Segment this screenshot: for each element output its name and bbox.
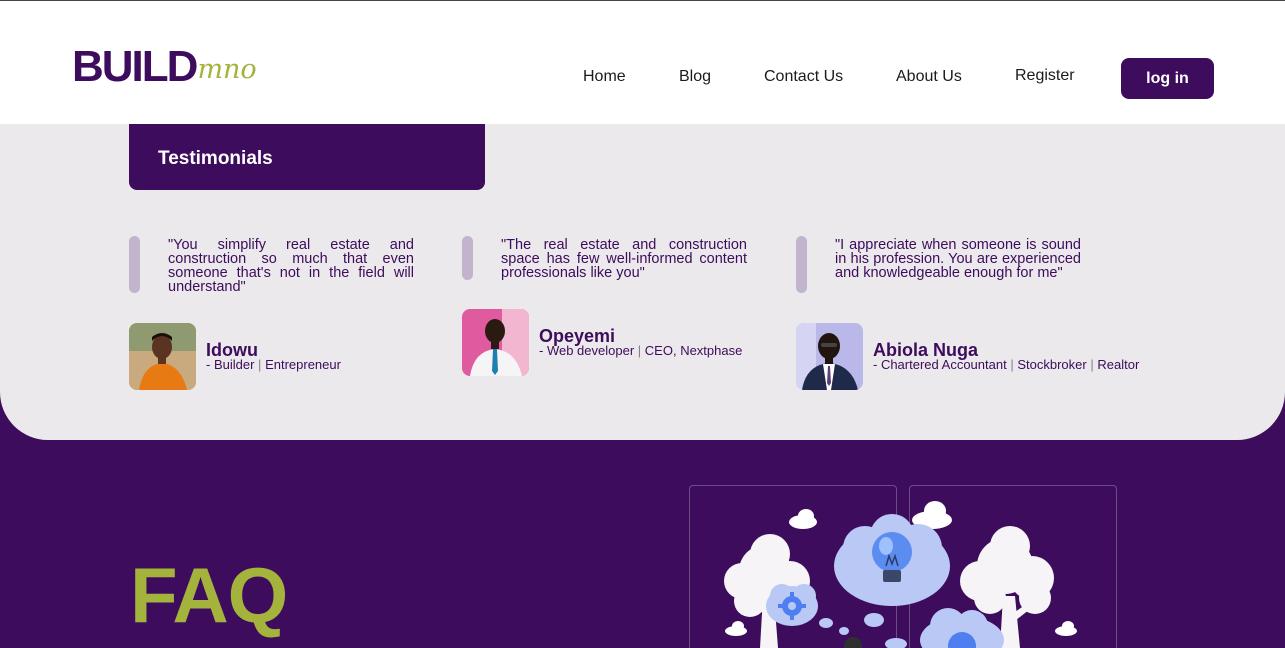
- testimonial-quote: "I appreciate when someone is sound in h…: [835, 237, 1081, 281]
- nav-about-link[interactable]: About Us: [896, 67, 962, 87]
- nav-blog-link[interactable]: Blog: [679, 67, 711, 87]
- quote-bar: [462, 236, 473, 280]
- brand-logo[interactable]: BUILD mno: [72, 42, 257, 91]
- faq-heading: FAQ: [130, 551, 288, 639]
- role-separator: |: [258, 357, 262, 372]
- role-part: - Chartered Accountant: [873, 357, 1007, 372]
- testimonial-quote: "The real estate and construction space …: [501, 237, 747, 281]
- nav-home-link[interactable]: Home: [583, 67, 626, 87]
- role-separator: |: [1090, 357, 1094, 372]
- avatar: [129, 323, 196, 390]
- role-separator: |: [1010, 357, 1014, 372]
- avatar-photo-idowu: [129, 323, 196, 390]
- nav-contact-link[interactable]: Contact Us: [764, 67, 843, 87]
- gear-cloud: [766, 584, 849, 635]
- role-part: - Builder: [206, 357, 255, 372]
- testimonials-heading: Testimonials: [158, 148, 273, 169]
- quote-bar: [796, 236, 807, 293]
- faq-illustration: [724, 501, 1077, 648]
- site-header: BUILD mno Home Blog Contact Us About Us …: [0, 1, 1285, 124]
- testimonial-author-role: - Web developer | CEO, Nextphase: [539, 343, 742, 358]
- testimonial-quote: "You simplify real estate and constructi…: [168, 237, 414, 295]
- logo-accent-script: mno: [197, 54, 257, 85]
- login-button[interactable]: log in: [1121, 58, 1214, 99]
- logo-wordmark: BUILD: [72, 42, 198, 91]
- testimonial-author-role: - Chartered Accountant | Stockbroker | R…: [873, 357, 1139, 372]
- avatar-photo-opeyemi: [462, 309, 529, 376]
- role-part: CEO, Nextphase: [644, 343, 743, 358]
- avatar-photo-abiola: [796, 323, 863, 390]
- testimonial-author-role: - Builder | Entrepreneur: [206, 357, 341, 372]
- testimonials-section: Testimonials "You simplify real estate a…: [0, 124, 1285, 440]
- question-cloud: [844, 608, 1004, 648]
- role-part: Realtor: [1097, 357, 1140, 372]
- avatar: [462, 309, 529, 376]
- testimonials-heading-tab: Testimonials: [129, 124, 485, 190]
- role-part: - Web developer: [539, 343, 635, 358]
- role-part: Entrepreneur: [265, 357, 341, 372]
- quote-bar: [129, 236, 140, 293]
- avatar: [796, 323, 863, 390]
- role-part: Stockbroker: [1017, 357, 1087, 372]
- nav-register-link[interactable]: Register: [1015, 66, 1075, 86]
- window-top-border: [0, 0, 1285, 1]
- role-separator: |: [637, 343, 642, 358]
